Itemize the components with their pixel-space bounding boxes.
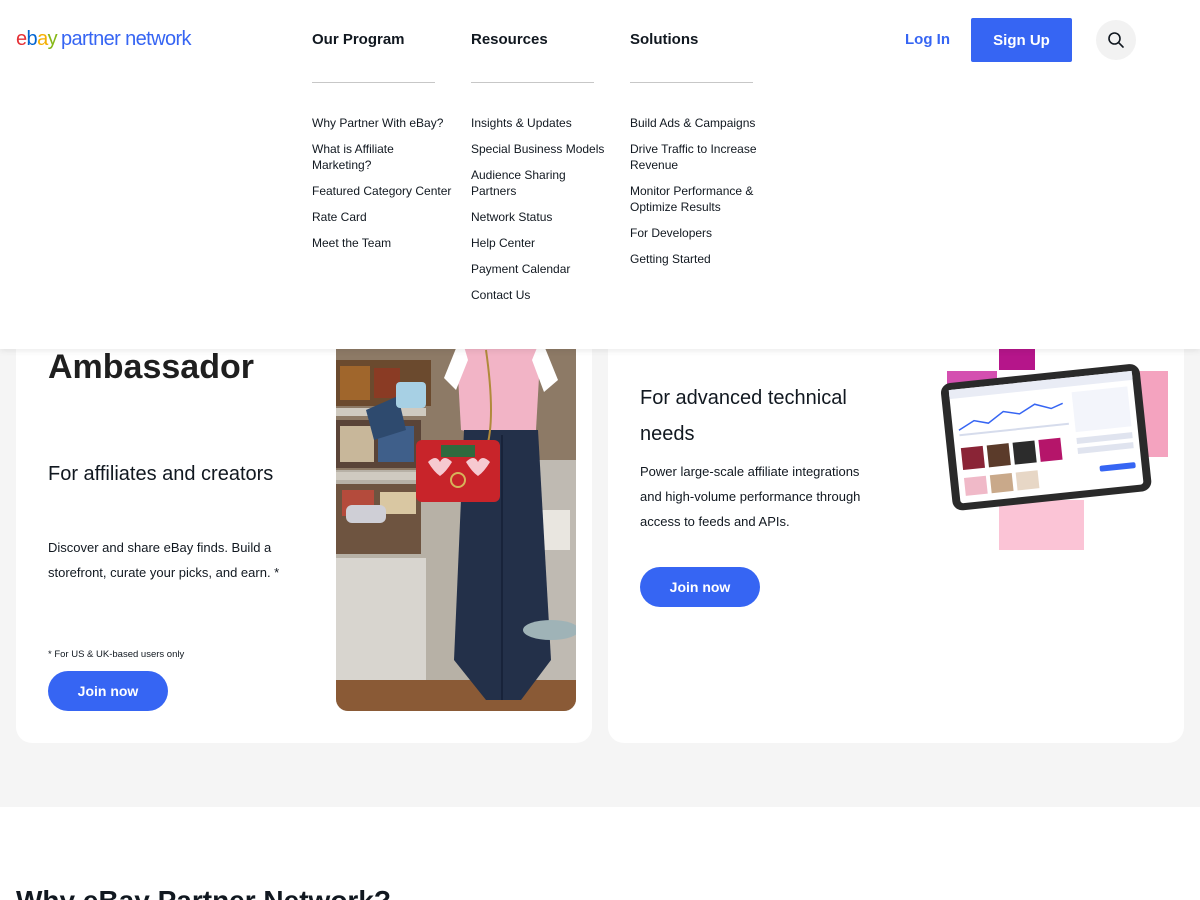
card-subtitle: For affiliates and creators (48, 463, 274, 485)
nav-heading-solutions[interactable]: Solutions (630, 31, 698, 48)
logo-letter-b: b (26, 28, 38, 50)
nav-link[interactable]: Audience Sharing Partners (471, 167, 611, 199)
section-heading: Why eBay Partner Network? (16, 885, 391, 900)
nav-link[interactable]: Build Ads & Campaigns (630, 115, 770, 131)
nav-divider (312, 82, 435, 83)
search-icon (1108, 32, 1124, 48)
card-footnote: * For US & UK-based users only (48, 649, 185, 660)
nav-link[interactable]: Help Center (471, 235, 611, 251)
login-link[interactable]: Log In (905, 31, 950, 48)
nav-link[interactable]: Special Business Models (471, 141, 611, 157)
nav-divider (471, 82, 594, 83)
nav-link[interactable]: Rate Card (312, 209, 452, 225)
logo-letter-a: a (37, 28, 48, 50)
nav-link[interactable]: Getting Started (630, 251, 770, 267)
nav-link[interactable]: Featured Category Center (312, 183, 452, 199)
join-now-button[interactable]: Join now (48, 671, 168, 711)
nav-link[interactable]: Contact Us (471, 287, 611, 303)
card-description: Discover and share eBay finds. Build a s… (48, 540, 280, 580)
nav-link[interactable]: What is Affiliate Marketing? (312, 141, 452, 173)
nav-link[interactable]: Payment Calendar (471, 261, 611, 277)
nav-divider (630, 82, 753, 83)
signup-button[interactable]: Sign Up (971, 18, 1072, 62)
ebay-partner-network-logo[interactable]: ebay partner network (16, 28, 192, 51)
join-now-button[interactable]: Join now (640, 567, 760, 607)
nav-heading-resources[interactable]: Resources (471, 31, 548, 48)
nav-link[interactable]: Why Partner With eBay? (312, 115, 452, 131)
logo-text: partner network (61, 28, 192, 50)
logo-letter-y: y (47, 28, 58, 50)
nav-link[interactable]: Meet the Team (312, 235, 452, 251)
nav-heading-our-program[interactable]: Our Program (312, 31, 405, 48)
nav-link[interactable]: Insights & Updates (471, 115, 611, 131)
nav-link[interactable]: Network Status (471, 209, 611, 225)
logo-letter-e: e (16, 28, 27, 50)
card-description: Power large-scale affiliate integrations… (640, 464, 861, 529)
card-subtitle: For advanced technical needs (640, 387, 847, 445)
why-section: Why eBay Partner Network? (0, 807, 1200, 900)
advanced-card: For advanced technical needs Power large… (608, 300, 1184, 743)
search-button[interactable] (1096, 20, 1136, 60)
card-title: Ambassador (48, 348, 254, 386)
tablet-dashboard-illustration (940, 340, 1168, 550)
site-header: ebay partner network Our Program Why Part… (0, 0, 1200, 349)
nav-link[interactable]: For Developers (630, 225, 770, 241)
ambassador-card: Ambassador For affiliates and creators D… (16, 300, 592, 743)
nav-link[interactable]: Drive Traffic to Increase Revenue (630, 141, 770, 173)
nav-link[interactable]: Monitor Performance & Optimize Results (630, 183, 770, 215)
ambassador-photo (336, 300, 576, 711)
